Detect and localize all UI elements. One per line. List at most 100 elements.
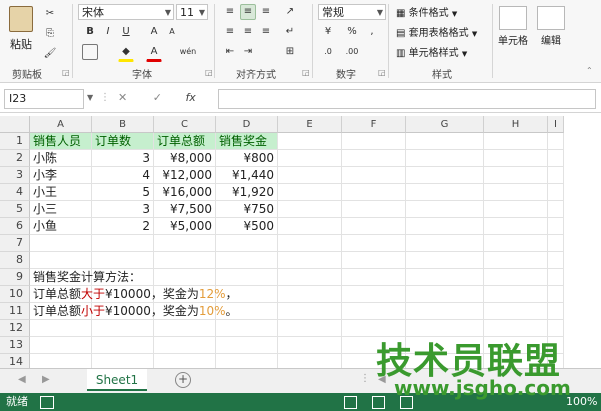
column-header-d[interactable]: D [216,116,278,133]
row-header-6[interactable]: 6 [0,218,30,235]
cell-f4[interactable] [342,184,406,201]
cell-f3[interactable] [342,167,406,184]
cell-b7[interactable] [92,235,154,252]
font-size-dropdown[interactable]: 11 ▼ [176,4,208,20]
cell-h2[interactable] [484,150,548,167]
sheet-tab-sheet1[interactable]: Sheet1 [87,369,147,391]
cell-e2[interactable] [278,150,342,167]
cell-e10[interactable] [278,286,342,303]
align-center-icon[interactable]: ≡ [240,24,256,40]
column-header-c[interactable]: C [154,116,216,133]
cell-e9[interactable] [278,269,342,286]
name-box[interactable]: I23 [4,89,84,109]
format-painter-icon[interactable]: 🖌 [42,46,58,62]
cell-i5[interactable] [548,201,564,218]
cell-g4[interactable] [406,184,484,201]
cell-i1[interactable] [548,133,564,150]
cell-e6[interactable] [278,218,342,235]
italic-button[interactable]: I [100,24,116,40]
cell-c5[interactable]: ¥7,500 [154,201,216,218]
cell-i4[interactable] [548,184,564,201]
cell-g1[interactable] [406,133,484,150]
number-expander-icon[interactable]: ◲ [378,68,386,77]
cell-a6[interactable]: 小鱼 [30,218,92,235]
clipboard-expander-icon[interactable]: ◲ [62,68,70,77]
copy-icon[interactable]: ⎘ [42,26,58,42]
cell-b12[interactable] [92,320,154,337]
cell-g8[interactable] [406,252,484,269]
column-header-i[interactable]: I [548,116,564,133]
cell-c4[interactable]: ¥16,000 [154,184,216,201]
cell-i8[interactable] [548,252,564,269]
cell-g11[interactable] [406,303,484,320]
row-header-11[interactable]: 11 [0,303,30,320]
increase-decimal-icon[interactable]: .0 [320,44,336,60]
cell-h10[interactable] [484,286,548,303]
cell-g9[interactable] [406,269,484,286]
add-sheet-button[interactable]: + [175,372,191,388]
cell-h3[interactable] [484,167,548,184]
chevron-down-icon[interactable]: ▼ [87,93,93,102]
cell-d8[interactable] [216,252,278,269]
column-header-b[interactable]: B [92,116,154,133]
cell-c12[interactable] [154,320,216,337]
cell-a13[interactable] [30,337,92,354]
cell-e11[interactable] [278,303,342,320]
cell-g5[interactable] [406,201,484,218]
formula-input[interactable] [218,89,596,109]
column-header-a[interactable]: A [30,116,92,133]
row-header-1[interactable]: 1 [0,133,30,150]
cell-g10[interactable] [406,286,484,303]
normal-view-icon[interactable] [344,396,357,409]
cell-c8[interactable] [154,252,216,269]
cell-e8[interactable] [278,252,342,269]
cell-e7[interactable] [278,235,342,252]
phonetic-button[interactable]: wén [176,44,200,60]
column-header-f[interactable]: F [342,116,406,133]
cell-d3[interactable]: ¥1,440 [216,167,278,184]
cell-a8[interactable] [30,252,92,269]
cell-b8[interactable] [92,252,154,269]
enter-icon[interactable]: ✓ [153,91,162,104]
cell-f11[interactable] [342,303,406,320]
cell-d4[interactable]: ¥1,920 [216,184,278,201]
underline-button[interactable]: U [118,24,134,40]
cell-f6[interactable] [342,218,406,235]
cell-c7[interactable] [154,235,216,252]
collapse-ribbon-icon[interactable]: ⌃ [586,66,593,75]
cell-h1[interactable] [484,133,548,150]
cell-c6[interactable]: ¥5,000 [154,218,216,235]
cell-d1[interactable]: 销售奖金 [216,133,278,150]
cells-button[interactable]: 单元格 [496,6,530,47]
cell-h7[interactable] [484,235,548,252]
font-expander-icon[interactable]: ◲ [205,68,213,77]
merge-center-icon[interactable]: ⊞ [282,44,298,60]
cell-d9[interactable] [216,269,278,286]
paste-button[interactable]: 粘贴 [6,6,36,56]
comma-button[interactable]: , [364,24,380,40]
shrink-font-icon[interactable]: A [164,24,180,40]
cell-i11[interactable] [548,303,564,320]
align-bottom-icon[interactable]: ≡ [258,4,274,20]
cell-g7[interactable] [406,235,484,252]
align-middle-icon[interactable]: ≡ [240,4,256,20]
cancel-icon[interactable]: ✕ [118,91,127,104]
row-header-9[interactable]: 9 [0,269,30,286]
decrease-indent-icon[interactable]: ⇤ [222,44,238,60]
cell-g2[interactable] [406,150,484,167]
next-sheet-icon[interactable]: ▶ [42,374,50,385]
cell-c1[interactable]: 订单总额 [154,133,216,150]
cell-e13[interactable] [278,337,342,354]
cell-d13[interactable] [216,337,278,354]
cell-i2[interactable] [548,150,564,167]
row-header-7[interactable]: 7 [0,235,30,252]
cell-a1[interactable]: 销售人员 [30,133,92,150]
cell-f8[interactable] [342,252,406,269]
macro-record-icon[interactable] [40,396,54,409]
row-header-8[interactable]: 8 [0,252,30,269]
cell-a4[interactable]: 小王 [30,184,92,201]
conditional-format-button[interactable]: ▦ 条件格式 ▼ [396,4,457,19]
cell-d7[interactable] [216,235,278,252]
insert-function-button[interactable]: fx [185,91,195,104]
cell-h11[interactable] [484,303,548,320]
